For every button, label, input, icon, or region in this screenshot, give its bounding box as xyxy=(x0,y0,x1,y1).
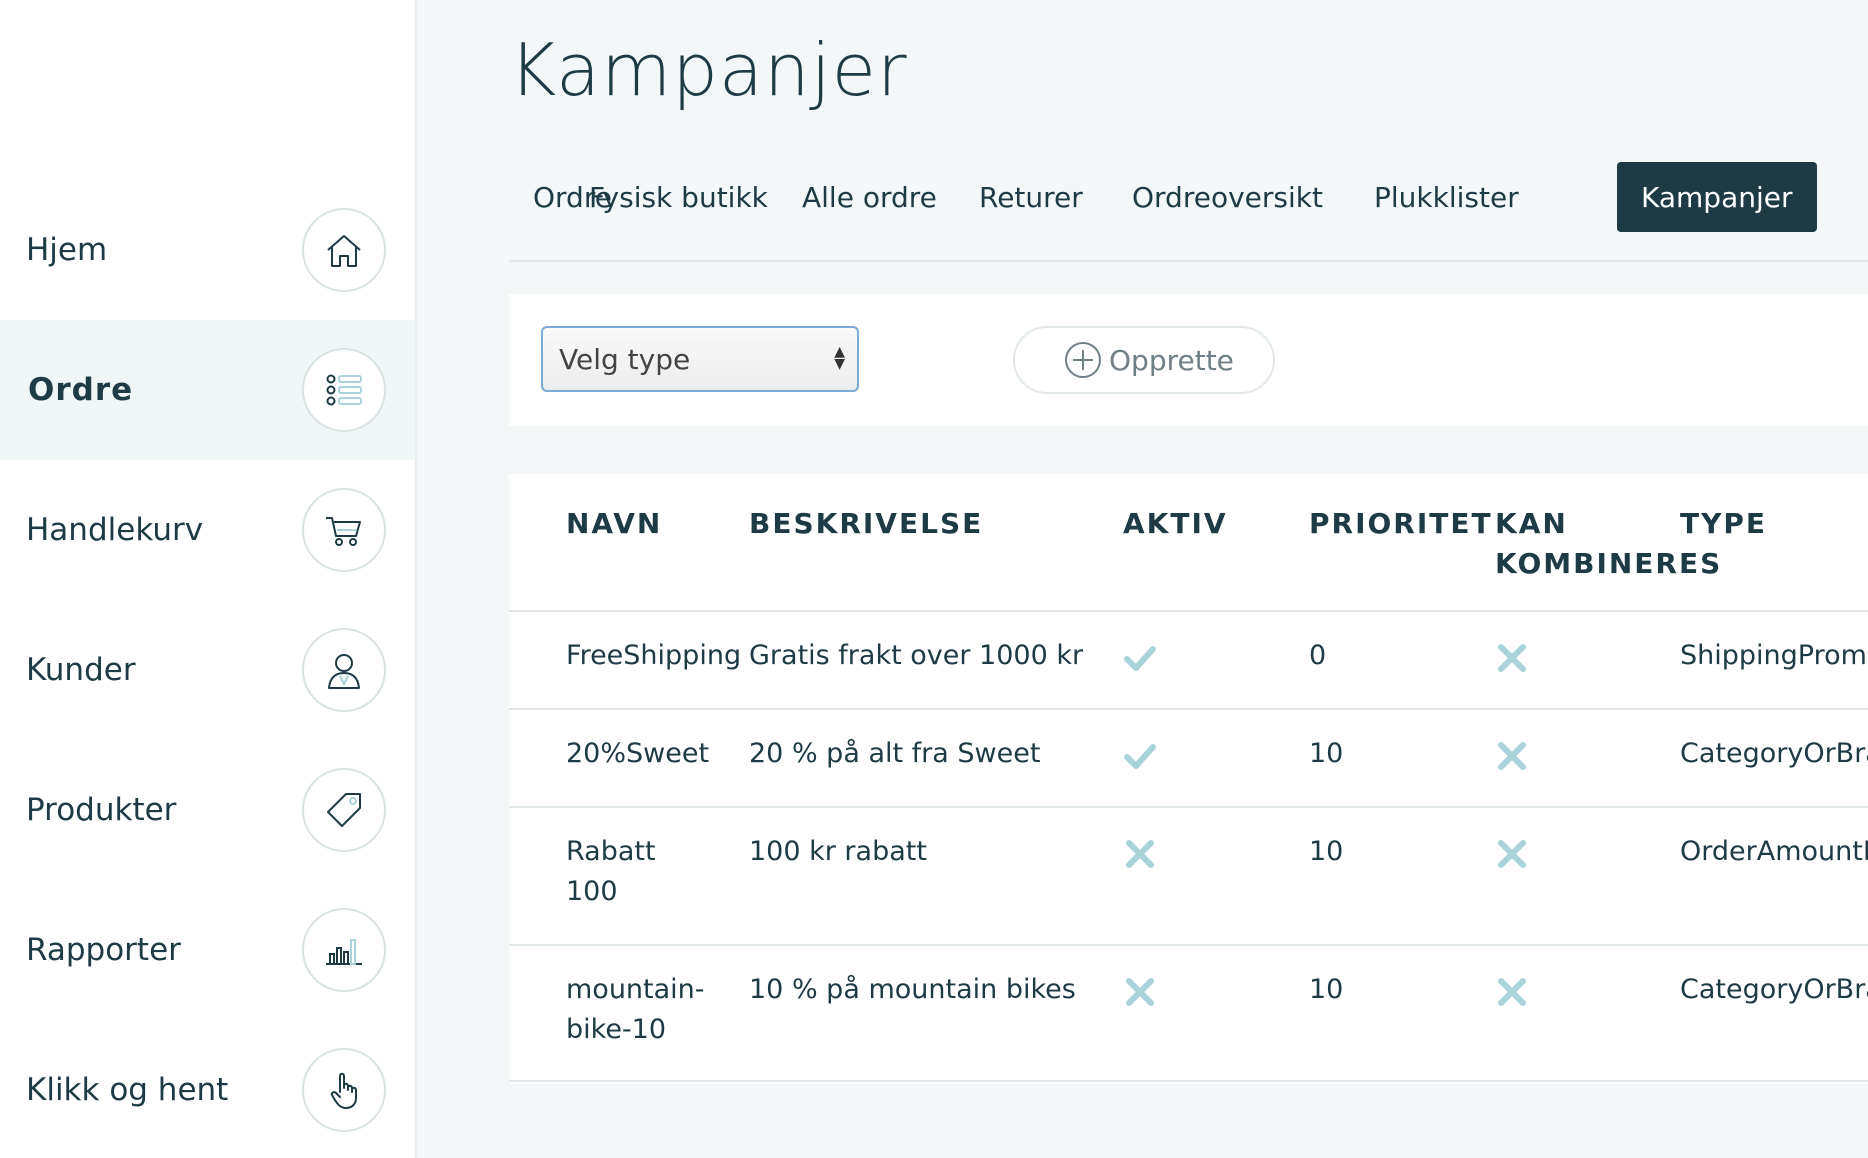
row-type: CategoryOrBra xyxy=(1680,974,1868,1005)
row-name-line1: Rabatt xyxy=(566,836,656,867)
row-priority: 10 xyxy=(1309,836,1344,867)
row-type: CategoryOrBra xyxy=(1680,738,1868,769)
cross-icon xyxy=(1495,837,1529,871)
tab-bar: Ordre Fysisk butikk Alle ordre Returer O… xyxy=(509,162,1868,262)
tab-kampanjer[interactable]: Kampanjer xyxy=(1617,162,1817,232)
plus-circle-icon xyxy=(1065,342,1101,378)
tab-ordreoversikt[interactable]: Ordreoversikt xyxy=(1108,162,1347,232)
cross-icon xyxy=(1123,837,1157,871)
cross-icon xyxy=(1495,975,1529,1009)
bar-chart-icon xyxy=(302,908,386,992)
row-name-line2: bike-10 xyxy=(566,1014,667,1045)
sidebar-item-rapporter[interactable]: Rapporter xyxy=(0,880,415,1020)
row-name-line1: mountain- xyxy=(566,974,705,1005)
sidebar-item-ordre[interactable]: Ordre xyxy=(0,320,415,460)
row-name: 20%Sweet xyxy=(566,734,709,774)
column-header-priority[interactable]: PRIORITET xyxy=(1309,504,1493,544)
sidebar-item-label: Handlekurv xyxy=(26,512,204,548)
row-description: 10 % på mountain bikes xyxy=(749,974,1076,1005)
table-row[interactable]: 20%Sweet 20 % på alt fra Sweet 10 Catego… xyxy=(509,708,1868,806)
column-header-combinable-line2: KOMBINERES xyxy=(1495,547,1723,580)
table-row[interactable]: Rabatt 100 100 kr rabatt 10 OrderAmountP xyxy=(509,806,1868,944)
row-type: ShippingPromo xyxy=(1680,640,1868,671)
sidebar-item-hjem[interactable]: Hjem xyxy=(0,180,415,320)
tab-returer[interactable]: Returer xyxy=(955,162,1107,232)
row-priority: 10 xyxy=(1309,974,1344,1005)
row-type: OrderAmountP xyxy=(1680,836,1868,867)
column-header-name[interactable]: NAVN xyxy=(566,504,662,544)
sidebar-item-klikk-og-hent[interactable]: Klikk og hent xyxy=(0,1020,415,1158)
sidebar-item-handlekurv[interactable]: Handlekurv xyxy=(0,460,415,600)
cross-icon xyxy=(1123,975,1157,1009)
select-arrows-icon: ▲ ▼ xyxy=(834,344,845,372)
sidebar-item-kunder[interactable]: Kunder xyxy=(0,600,415,740)
check-icon xyxy=(1123,641,1157,675)
column-header-active[interactable]: AKTIV xyxy=(1123,504,1228,544)
tag-icon xyxy=(302,768,386,852)
main-content: Kampanjer Ordre Fysisk butikk Alle ordre… xyxy=(417,0,1868,1158)
sidebar-item-label: Hjem xyxy=(26,232,108,268)
campaigns-table: NAVN BESKRIVELSE AKTIV PRIORITET KAN KOM… xyxy=(509,474,1868,1084)
tab-fysisk-butikk[interactable]: Fysisk butikk xyxy=(565,162,792,232)
row-name-line1: 20%Sweet xyxy=(566,738,710,769)
sidebar-item-label: Produkter xyxy=(26,792,177,828)
check-icon xyxy=(1123,739,1157,773)
row-name-line2: 100 xyxy=(566,876,618,907)
cross-icon xyxy=(1495,739,1529,773)
row-priority: 0 xyxy=(1309,640,1327,671)
row-description: 20 % på alt fra Sweet xyxy=(749,738,1041,769)
table-row[interactable]: FreeShipping Gratis frakt over 1000 kr 0… xyxy=(509,610,1868,708)
create-button[interactable]: Opprette xyxy=(1013,326,1275,394)
sidebar-item-label: Rapporter xyxy=(26,932,181,968)
page-title: Kampanjer xyxy=(509,28,908,112)
column-header-description[interactable]: BESKRIVELSE xyxy=(749,504,983,544)
cross-icon xyxy=(1495,641,1529,675)
row-description: Gratis frakt over 1000 kr xyxy=(749,640,1084,671)
row-name: FreeShipping xyxy=(566,636,741,676)
row-name-line1: FreeShipping xyxy=(566,640,742,671)
type-select[interactable]: Velg type ▲ ▼ xyxy=(541,326,859,392)
type-select-value: Velg type xyxy=(559,342,691,376)
pointer-hand-icon xyxy=(302,1048,386,1132)
row-name: Rabatt 100 xyxy=(566,832,656,912)
create-button-label: Opprette xyxy=(1109,343,1234,377)
row-description: 100 kr rabatt xyxy=(749,836,927,867)
row-name: mountain- bike-10 xyxy=(566,970,705,1050)
sidebar-item-label: Ordre xyxy=(28,372,134,408)
sidebar-item-produkter[interactable]: Produkter xyxy=(0,740,415,880)
row-priority: 10 xyxy=(1309,738,1344,769)
table-row[interactable]: mountain- bike-10 10 % på mountain bikes… xyxy=(509,944,1868,1082)
toolbar: Velg type ▲ ▼ Opprette xyxy=(509,294,1868,426)
tab-alle-ordre[interactable]: Alle ordre xyxy=(778,162,961,232)
sidebar: Hjem Ordre Handlekurv Kunder Produkter R… xyxy=(0,0,417,1158)
cart-icon xyxy=(302,488,386,572)
home-icon xyxy=(302,208,386,292)
tab-plukklister[interactable]: Plukklister xyxy=(1350,162,1543,232)
list-icon xyxy=(302,348,386,432)
sidebar-item-label: Kunder xyxy=(26,652,136,688)
column-header-type[interactable]: TYPE xyxy=(1680,504,1767,544)
sidebar-item-label: Klikk og hent xyxy=(26,1072,229,1108)
user-icon xyxy=(302,628,386,712)
